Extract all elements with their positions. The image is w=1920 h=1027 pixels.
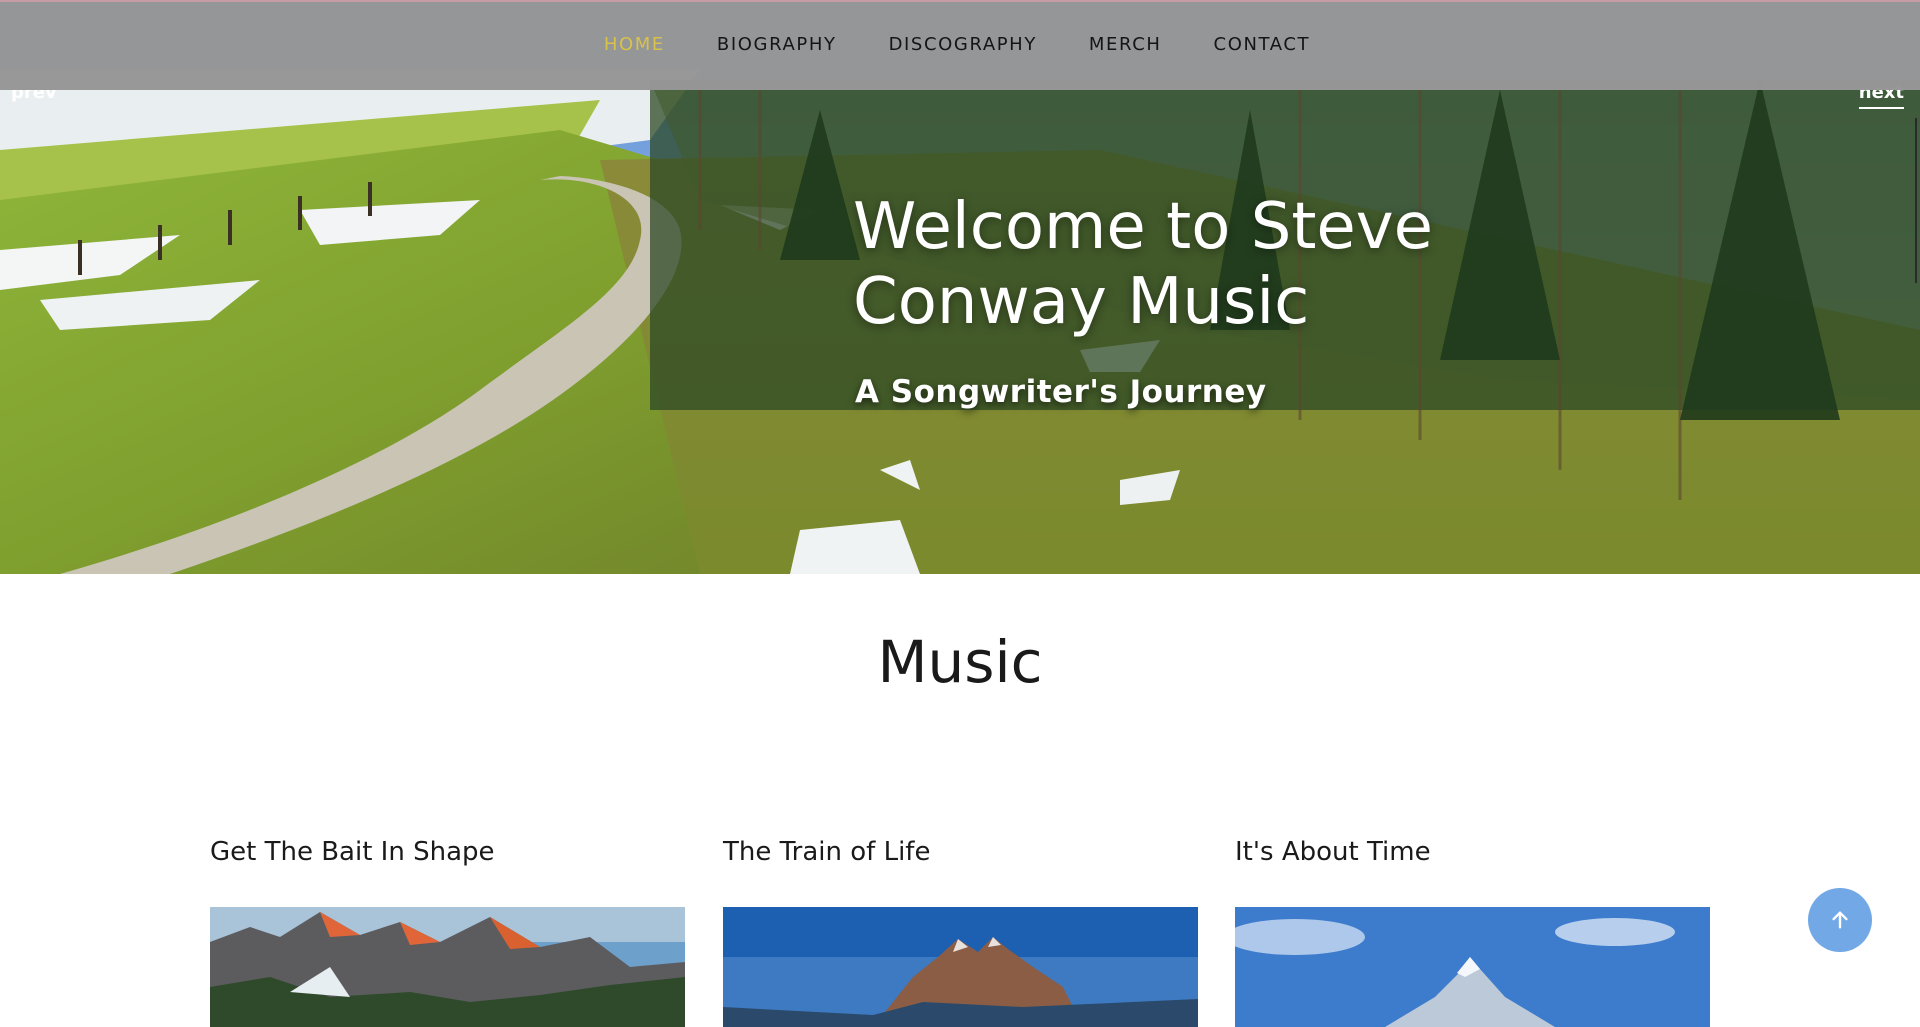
hero-subtitle: A Songwriter's Journey bbox=[855, 374, 1267, 410]
music-card-title[interactable]: The Train of Life bbox=[723, 835, 1198, 869]
back-to-top-button[interactable] bbox=[1808, 888, 1872, 952]
nav-item-merch[interactable]: MERCH bbox=[1089, 34, 1162, 55]
music-card-2: The Train of Life bbox=[723, 835, 1198, 1027]
music-card-3: It's About Time bbox=[1235, 835, 1710, 1027]
mountain-image bbox=[210, 907, 685, 1027]
mountain-image bbox=[723, 907, 1198, 1027]
mountain-image bbox=[1235, 907, 1710, 1027]
music-card-image[interactable] bbox=[1235, 907, 1710, 1027]
hero-title: Welcome to Steve Conway Music bbox=[853, 190, 1434, 339]
music-card-image[interactable] bbox=[723, 907, 1198, 1027]
music-card-title[interactable]: It's About Time bbox=[1235, 835, 1710, 869]
top-navigation: HOME BIOGRAPHY DISCOGRAPHY MERCH CONTACT bbox=[0, 0, 1920, 90]
nav-menu: HOME BIOGRAPHY DISCOGRAPHY MERCH CONTACT bbox=[604, 34, 1310, 55]
music-card-title[interactable]: Get The Bait In Shape bbox=[210, 835, 685, 869]
nav-item-biography[interactable]: BIOGRAPHY bbox=[717, 34, 837, 55]
music-section-heading: Music bbox=[877, 628, 1043, 696]
nav-item-discography[interactable]: DISCOGRAPHY bbox=[889, 34, 1037, 55]
slider-scroll-indicator bbox=[1915, 118, 1917, 283]
nav-item-contact[interactable]: CONTACT bbox=[1214, 34, 1311, 55]
arrow-up-icon bbox=[1832, 911, 1848, 929]
music-card-image[interactable] bbox=[210, 907, 685, 1027]
music-card-1: Get The Bait In Shape bbox=[210, 835, 685, 1027]
nav-item-home[interactable]: HOME bbox=[604, 34, 665, 55]
